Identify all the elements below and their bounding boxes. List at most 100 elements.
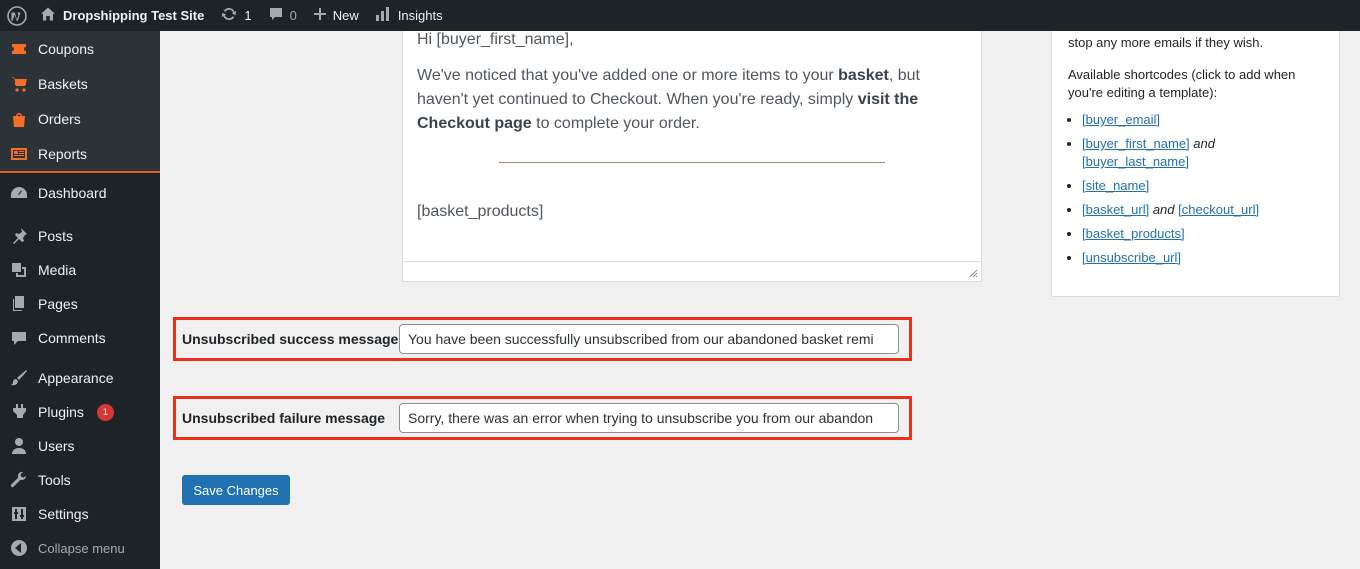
list-item: [unsubscribe_url] bbox=[1082, 249, 1323, 267]
reports-icon bbox=[9, 144, 29, 164]
editor-paragraph: We've noticed that you've added one or m… bbox=[417, 67, 920, 132]
bag-icon bbox=[9, 109, 29, 129]
sidebar-item-label: Settings bbox=[38, 506, 89, 522]
sidebar-item-dashboard[interactable]: Dashboard bbox=[0, 173, 160, 213]
resize-handle-icon[interactable] bbox=[969, 269, 978, 278]
pages-icon bbox=[9, 294, 29, 314]
brush-icon bbox=[9, 368, 29, 388]
shortcode-site-name[interactable]: [site_name] bbox=[1082, 178, 1149, 193]
basket-products-placeholder: [basket_products] bbox=[417, 203, 544, 220]
shortcode-unsubscribe-url[interactable]: [unsubscribe_url] bbox=[1082, 250, 1181, 265]
plugins-update-badge: 1 bbox=[96, 403, 114, 421]
comment-icon bbox=[9, 328, 29, 348]
coupon-icon bbox=[9, 39, 29, 59]
horizontal-rule bbox=[499, 162, 885, 163]
sidebar-item-posts[interactable]: Posts bbox=[0, 219, 160, 253]
comments-link[interactable]: 0 bbox=[260, 0, 305, 31]
woocommerce-submenu: Coupons Baskets Orders Reports bbox=[0, 31, 160, 171]
shortcodes-list: [buyer_email] [buyer_first_name] and [bu… bbox=[1068, 111, 1323, 267]
cart-icon bbox=[9, 74, 29, 94]
plus-icon bbox=[313, 7, 327, 24]
updates-icon bbox=[220, 5, 238, 26]
collapse-arrow-icon bbox=[9, 538, 29, 558]
sidebar-item-label: Users bbox=[38, 438, 75, 454]
sidebar-item-comments[interactable]: Comments bbox=[0, 321, 160, 355]
shortcode-buyer-email[interactable]: [buyer_email] bbox=[1082, 112, 1160, 127]
sidebar-item-orders[interactable]: Orders bbox=[0, 101, 160, 136]
sidebar-item-label: Orders bbox=[38, 110, 81, 127]
user-icon bbox=[9, 436, 29, 456]
collapse-menu-label: Collapse menu bbox=[38, 540, 125, 556]
list-item: [site_name] bbox=[1082, 177, 1323, 195]
list-item: [basket_products] bbox=[1082, 225, 1323, 243]
unsubscribed-failure-input[interactable]: Sorry, there was an error when trying to… bbox=[399, 403, 899, 433]
sidebar-item-label: Reports bbox=[38, 145, 88, 162]
sidebar-item-label: Pages bbox=[38, 296, 78, 312]
unsubscribed-success-row: Unsubscribed success message You have be… bbox=[173, 317, 912, 361]
sidebar-item-users[interactable]: Users bbox=[0, 429, 160, 463]
sidebar-item-media[interactable]: Media bbox=[0, 253, 160, 287]
shortcode-buyer-first-name[interactable]: [buyer_first_name] bbox=[1082, 136, 1190, 151]
pin-icon bbox=[9, 226, 29, 246]
unsubscribed-failure-row: Unsubscribed failure message Sorry, ther… bbox=[173, 396, 912, 440]
sidebar-item-reports[interactable]: Reports bbox=[0, 136, 160, 171]
shortcode-checkout-url[interactable]: [checkout_url] bbox=[1178, 202, 1259, 217]
sidebar-item-label: Posts bbox=[38, 228, 74, 244]
sidebar-item-appearance[interactable]: Appearance bbox=[0, 361, 160, 395]
wordpress-logo-icon[interactable] bbox=[0, 0, 34, 31]
comment-bubble-icon bbox=[268, 6, 284, 25]
unsubscribed-success-label: Unsubscribed success message bbox=[182, 330, 399, 347]
sidebar-item-coupons[interactable]: Coupons bbox=[0, 31, 160, 66]
unsubscribed-success-input[interactable]: You have been successfully unsubscribed … bbox=[399, 324, 899, 354]
email-template-editor[interactable]: Hi [buyer_first_name], We've noticed tha… bbox=[402, 31, 982, 282]
new-content-link[interactable]: New bbox=[305, 0, 367, 31]
sidebar-item-plugins[interactable]: Plugins 1 bbox=[0, 395, 160, 429]
editor-body[interactable]: Hi [buyer_first_name], We've noticed tha… bbox=[403, 28, 981, 224]
editor-statusbar bbox=[403, 261, 981, 281]
settings-icon bbox=[9, 504, 29, 524]
new-label: New bbox=[332, 8, 359, 23]
shortcode-basket-url[interactable]: [basket_url] bbox=[1082, 202, 1149, 217]
sidebar-item-label: Appearance bbox=[38, 370, 114, 386]
dashboard-icon bbox=[9, 183, 29, 203]
save-changes-button[interactable]: Save Changes bbox=[182, 475, 290, 505]
home-icon bbox=[40, 6, 56, 25]
admin-sidebar: Coupons Baskets Orders Reports Dashboard… bbox=[0, 31, 160, 569]
shortcodes-available-text: Available shortcodes (click to add when … bbox=[1068, 67, 1296, 100]
list-item: [buyer_first_name] and [buyer_last_name] bbox=[1082, 135, 1323, 171]
sidebar-item-label: Media bbox=[38, 262, 77, 278]
admin-bar: Dropshipping Test Site 1 0 New Insights bbox=[0, 0, 1360, 31]
shortcode-buyer-last-name[interactable]: [buyer_last_name] bbox=[1082, 154, 1189, 169]
unsubscribed-failure-label: Unsubscribed failure message bbox=[182, 409, 386, 426]
sidebar-item-label: Dashboard bbox=[38, 185, 107, 201]
updates-link[interactable]: 1 bbox=[212, 0, 259, 31]
sidebar-item-baskets[interactable]: Baskets bbox=[0, 66, 160, 101]
site-name-link[interactable]: Dropshipping Test Site bbox=[34, 0, 212, 31]
bar-chart-icon bbox=[375, 6, 391, 25]
sidebar-item-label: Baskets bbox=[38, 75, 88, 92]
updates-count: 1 bbox=[244, 8, 252, 23]
wrench-icon bbox=[9, 470, 29, 490]
plugin-icon bbox=[9, 402, 29, 422]
site-name-label: Dropshipping Test Site bbox=[63, 8, 205, 23]
sidebar-item-label: Plugins bbox=[38, 404, 84, 420]
shortcodes-panel: stop any more emails if they wish. Avail… bbox=[1051, 31, 1340, 297]
sidebar-item-settings[interactable]: Settings bbox=[0, 497, 160, 531]
collapse-menu-button[interactable]: Collapse menu bbox=[0, 531, 160, 565]
sidebar-item-tools[interactable]: Tools bbox=[0, 463, 160, 497]
sidebar-item-pages[interactable]: Pages bbox=[0, 287, 160, 321]
comments-count: 0 bbox=[289, 8, 297, 23]
editor-greeting: Hi [buyer_first_name], bbox=[417, 31, 574, 48]
shortcode-basket-products[interactable]: [basket_products] bbox=[1082, 226, 1185, 241]
shortcodes-intro-text: stop any more emails if they wish. bbox=[1068, 35, 1264, 50]
sidebar-item-label: Tools bbox=[38, 472, 71, 488]
insights-link[interactable]: Insights bbox=[367, 0, 451, 31]
menu-separator bbox=[0, 171, 160, 173]
sidebar-item-label: Coupons bbox=[38, 40, 95, 57]
main-content: Hi [buyer_first_name], We've noticed tha… bbox=[160, 31, 1360, 569]
sidebar-item-label: Comments bbox=[38, 330, 106, 346]
list-item: [buyer_email] bbox=[1082, 111, 1323, 129]
media-icon bbox=[9, 260, 29, 280]
insights-label: Insights bbox=[397, 8, 443, 23]
list-item: [basket_url] and [checkout_url] bbox=[1082, 201, 1323, 219]
